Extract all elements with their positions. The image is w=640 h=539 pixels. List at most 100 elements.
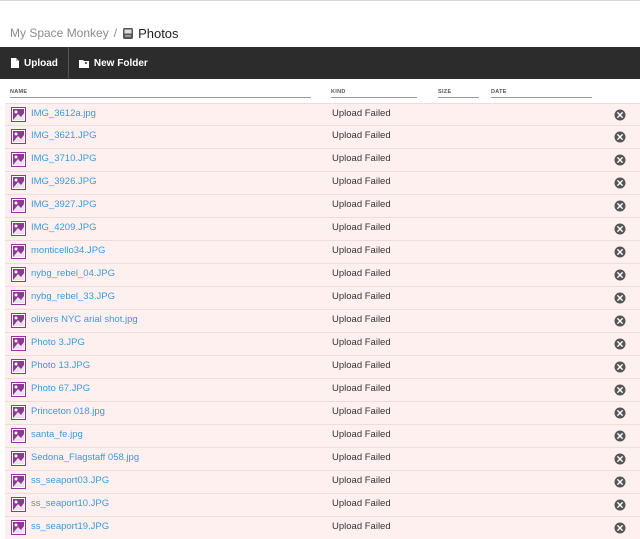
file-status: Upload Failed (332, 199, 391, 210)
file-row[interactable]: nybg_rebel_33.JPG Upload Failed (5, 287, 640, 310)
file-name-link[interactable]: Photo 3.JPG (31, 337, 85, 348)
upload-button-label: Upload (24, 57, 58, 69)
file-name-link[interactable]: monticello34.JPG (31, 245, 105, 256)
file-status: Upload Failed (332, 108, 391, 119)
file-name-link[interactable]: olivers NYC arial shot.jpg (31, 314, 138, 325)
file-status: Upload Failed (332, 406, 391, 417)
upload-button[interactable]: Upload (0, 47, 68, 79)
file-name-link[interactable]: nybg_rebel_33.JPG (31, 291, 115, 302)
column-header-date[interactable]: DATE (491, 89, 592, 98)
remove-icon[interactable] (614, 476, 626, 488)
remove-icon[interactable] (614, 453, 626, 465)
remove-icon[interactable] (614, 292, 626, 304)
file-name-link[interactable]: IMG_3927.JPG (31, 199, 96, 210)
file-name-link[interactable]: IMG_3612a.jpg (31, 108, 96, 119)
file-status: Upload Failed (332, 475, 391, 486)
image-file-icon (11, 336, 26, 351)
remove-icon[interactable] (614, 269, 626, 281)
image-file-icon (11, 428, 26, 443)
file-row[interactable]: Photo 3.JPG Upload Failed (5, 333, 640, 356)
image-file-icon (11, 451, 26, 466)
file-status: Upload Failed (332, 498, 391, 509)
remove-icon[interactable] (614, 522, 626, 534)
file-row[interactable]: monticello34.JPG Upload Failed (5, 241, 640, 264)
breadcrumb: My Space Monkey / Photos (10, 24, 179, 42)
remove-icon[interactable] (614, 131, 626, 143)
file-name-link[interactable]: IMG_3621.JPG (31, 130, 96, 141)
image-file-icon (11, 474, 26, 489)
file-status: Upload Failed (332, 176, 391, 187)
image-file-icon (11, 152, 26, 167)
column-header-name[interactable]: NAME (10, 89, 311, 98)
file-name-link[interactable]: nybg_rebel_04.JPG (31, 268, 115, 279)
file-row[interactable]: IMG_3621.JPG Upload Failed (5, 126, 640, 149)
file-row[interactable]: IMG_4209.JPG Upload Failed (5, 218, 640, 241)
file-name-link[interactable]: santa_fe.jpg (31, 429, 83, 440)
file-name-link[interactable]: IMG_3710.JPG (31, 153, 96, 164)
remove-icon[interactable] (614, 361, 626, 373)
file-row[interactable]: IMG_3612a.jpg Upload Failed (5, 103, 640, 126)
file-name-link[interactable]: ss_seaport03.JPG (31, 475, 109, 486)
remove-icon[interactable] (614, 246, 626, 258)
file-row[interactable]: Princeton 018.jpg Upload Failed (5, 402, 640, 425)
file-name-link[interactable]: Photo 67.JPG (31, 383, 90, 394)
remove-icon[interactable] (614, 154, 626, 166)
image-file-icon (11, 497, 26, 512)
image-file-icon (11, 175, 26, 190)
file-name-link[interactable]: ss_seaport10.JPG (31, 498, 109, 509)
file-row[interactable]: ss_seaport03.JPG Upload Failed (5, 471, 640, 494)
file-row[interactable]: nybg_rebel_04.JPG Upload Failed (5, 264, 640, 287)
file-status: Upload Failed (332, 222, 391, 233)
new-folder-button[interactable]: New Folder (69, 47, 158, 79)
file-status: Upload Failed (332, 429, 391, 440)
file-status: Upload Failed (332, 268, 391, 279)
remove-icon[interactable] (614, 499, 626, 511)
file-status: Upload Failed (332, 153, 391, 164)
file-row[interactable]: Photo 13.JPG Upload Failed (5, 356, 640, 379)
file-name-link[interactable]: IMG_4209.JPG (31, 222, 96, 233)
file-status: Upload Failed (332, 360, 391, 371)
file-list: IMG_3612a.jpg Upload Failed IMG_3621.JPG Up… (5, 103, 640, 539)
file-row[interactable]: IMG_3927.JPG Upload Failed (5, 195, 640, 218)
file-row[interactable]: ss_seaport19.JPG Upload Failed (5, 517, 640, 539)
column-header-kind[interactable]: KIND (331, 89, 417, 98)
file-name-link[interactable]: Sedona_Flagstaff 058.jpg (31, 452, 139, 463)
folder-plus-icon (78, 59, 89, 68)
image-file-icon (11, 267, 26, 282)
file-row[interactable]: santa_fe.jpg Upload Failed (5, 425, 640, 448)
page-title: Photos (138, 25, 179, 41)
file-name-link[interactable]: ss_seaport19.JPG (31, 521, 109, 532)
remove-icon[interactable] (614, 430, 626, 442)
file-row[interactable]: Photo 67.JPG Upload Failed (5, 379, 640, 402)
breadcrumb-root-link[interactable]: My Space Monkey (10, 26, 109, 40)
file-row[interactable]: olivers NYC arial shot.jpg Upload Failed (5, 310, 640, 333)
file-status: Upload Failed (332, 291, 391, 302)
file-row[interactable]: ss_seaport10.JPG Upload Failed (5, 494, 640, 517)
folder-icon (122, 27, 134, 40)
image-file-icon (11, 405, 26, 420)
image-file-icon (11, 290, 26, 305)
file-name-link[interactable]: IMG_3926.JPG (31, 176, 96, 187)
file-row[interactable]: IMG_3926.JPG Upload Failed (5, 172, 640, 195)
file-status: Upload Failed (332, 452, 391, 463)
file-name-link[interactable]: Photo 13.JPG (31, 360, 90, 371)
remove-icon[interactable] (614, 315, 626, 327)
remove-icon[interactable] (614, 177, 626, 189)
remove-icon[interactable] (614, 384, 626, 396)
toolbar: Upload New Folder (0, 47, 640, 79)
remove-icon[interactable] (614, 407, 626, 419)
new-folder-button-label: New Folder (93, 57, 148, 69)
remove-icon[interactable] (614, 338, 626, 350)
image-file-icon (11, 198, 26, 213)
file-status: Upload Failed (332, 130, 391, 141)
remove-icon[interactable] (614, 109, 626, 121)
remove-icon[interactable] (614, 223, 626, 235)
column-header-row: NAME KIND SIZE DATE (0, 89, 640, 99)
image-file-icon (11, 221, 26, 236)
file-row[interactable]: Sedona_Flagstaff 058.jpg Upload Failed (5, 448, 640, 471)
remove-icon[interactable] (614, 200, 626, 212)
file-name-link[interactable]: Princeton 018.jpg (31, 406, 105, 417)
file-row[interactable]: IMG_3710.JPG Upload Failed (5, 149, 640, 172)
column-header-size[interactable]: SIZE (438, 89, 479, 98)
image-file-icon (11, 359, 26, 374)
